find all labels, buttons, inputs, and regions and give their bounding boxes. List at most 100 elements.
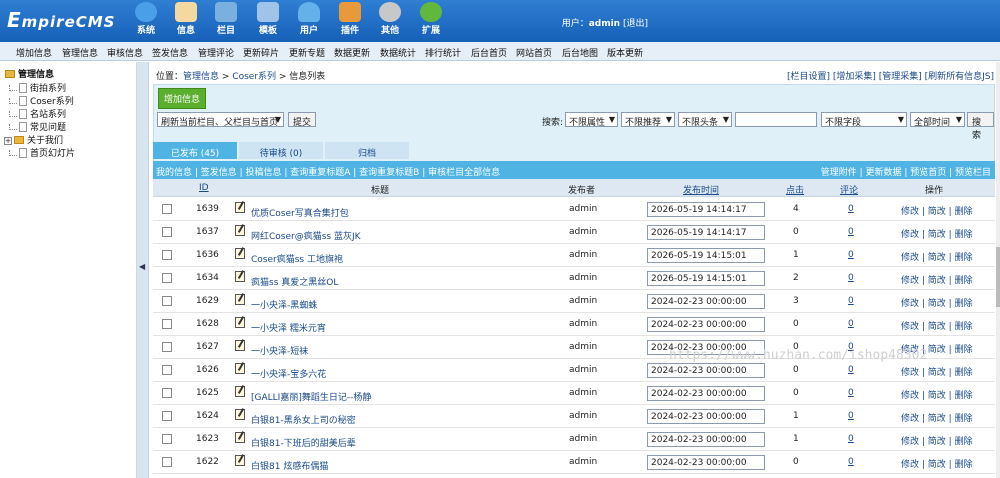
row-time-field[interactable]: 2026-05-19 14:14:17 xyxy=(647,202,765,217)
row-title-link[interactable]: 一小央泽-黑蜘蛛 xyxy=(251,298,317,311)
edit-link[interactable]: 修改 xyxy=(901,322,919,332)
row-checkbox[interactable] xyxy=(162,296,172,306)
time-select[interactable]: 全部时间 ▼ xyxy=(910,112,965,128)
delete-link[interactable]: 删除 xyxy=(955,253,973,263)
row-comments-link[interactable]: 0 xyxy=(848,457,854,467)
simple-edit-link[interactable]: 简改 xyxy=(928,368,946,378)
simple-edit-link[interactable]: 简改 xyxy=(928,414,946,424)
edit-link[interactable]: 修改 xyxy=(901,253,919,263)
tree-item-faq[interactable]: 常见问题 xyxy=(9,120,66,133)
caption-links-left[interactable]: 我的信息 | 签发信息 | 投稿信息 | 查询重复标题A | 查询重复标题B |… xyxy=(156,165,500,178)
simple-edit-link[interactable]: 简改 xyxy=(928,391,946,401)
attr-select[interactable]: 不限属性 ▼ xyxy=(565,112,618,128)
edit-link[interactable]: 修改 xyxy=(901,230,919,240)
edit-link[interactable]: 修改 xyxy=(901,207,919,217)
nav-template[interactable]: 模板 xyxy=(250,2,286,36)
search-button[interactable]: 搜索 xyxy=(967,112,994,141)
caption-links-right[interactable]: 管理附件 | 更新数据 | 预览首页 | 预览栏目 xyxy=(821,165,991,178)
row-comments-link[interactable]: 0 xyxy=(848,388,854,398)
menu-item[interactable]: 签发信息 xyxy=(152,46,188,59)
nav-plugin[interactable]: 插件 xyxy=(332,2,368,36)
tree-root[interactable]: 管理信息 xyxy=(5,67,54,80)
submit-button[interactable]: 提交 xyxy=(288,112,317,128)
row-title-link[interactable]: 白银81 炫感布偶猫 xyxy=(251,459,328,472)
row-checkbox[interactable] xyxy=(162,365,172,375)
row-title-link[interactable]: 一小央泽-宝多六花 xyxy=(251,367,326,380)
row-title-link[interactable]: [GALLI嘉丽]舞蹈生日记--杨静 xyxy=(251,390,371,403)
row-comments-link[interactable]: 0 xyxy=(848,319,854,329)
row-time-field[interactable]: 2024-02-23 00:00:00 xyxy=(647,455,765,470)
row-checkbox[interactable] xyxy=(162,342,172,352)
row-comments-link[interactable]: 0 xyxy=(848,273,854,283)
tree-item-jiepai[interactable]: 街拍系列 xyxy=(9,81,66,94)
delete-link[interactable]: 删除 xyxy=(955,230,973,240)
row-title-link[interactable]: 一小央泽 糯米元宵 xyxy=(251,321,326,334)
nav-system[interactable]: 系统 xyxy=(128,2,164,36)
simple-edit-link[interactable]: 简改 xyxy=(928,345,946,355)
menu-item[interactable]: 管理信息 xyxy=(62,46,98,59)
menu-item[interactable]: 更新专题 xyxy=(289,46,325,59)
menu-item[interactable]: 后台地图 xyxy=(562,46,598,59)
row-time-field[interactable]: 2026-05-19 14:15:01 xyxy=(647,271,765,286)
scrollbar-thumb[interactable] xyxy=(996,247,1000,307)
simple-edit-link[interactable]: 简改 xyxy=(928,230,946,240)
simple-edit-link[interactable]: 简改 xyxy=(928,276,946,286)
row-time-field[interactable]: 2024-02-23 00:00:00 xyxy=(647,386,765,401)
row-time-field[interactable]: 2026-05-19 14:15:01 xyxy=(647,248,765,263)
row-comments-link[interactable]: 0 xyxy=(848,204,854,214)
tree-item-slides[interactable]: 首页幻灯片 xyxy=(9,146,75,159)
row-time-field[interactable]: 2024-02-23 00:00:00 xyxy=(647,363,765,378)
row-checkbox[interactable] xyxy=(162,204,172,214)
row-checkbox[interactable] xyxy=(162,388,172,398)
tab-pending[interactable]: 待审核 (0) xyxy=(239,142,323,159)
row-time-field[interactable]: 2024-02-23 00:00:00 xyxy=(647,317,765,332)
row-comments-link[interactable]: 0 xyxy=(848,434,854,444)
menu-item[interactable]: 管理评论 xyxy=(198,46,234,59)
menu-item[interactable]: 版本更新 xyxy=(607,46,643,59)
edit-link[interactable]: 修改 xyxy=(901,414,919,424)
edit-link[interactable]: 修改 xyxy=(901,391,919,401)
delete-link[interactable]: 删除 xyxy=(955,437,973,447)
col-clicks[interactable]: 点击 xyxy=(786,183,804,196)
tree-item-mingzhan[interactable]: 名站系列 xyxy=(9,107,66,120)
col-time[interactable]: 发布时间 xyxy=(683,183,719,196)
expand-icon[interactable]: + xyxy=(4,137,12,145)
row-title-link[interactable]: 一小央泽-短袜 xyxy=(251,344,308,357)
edit-link[interactable]: 修改 xyxy=(901,437,919,447)
add-info-button[interactable]: 增加信息 xyxy=(158,88,207,109)
row-comments-link[interactable]: 0 xyxy=(848,411,854,421)
menu-item[interactable]: 更新碎片 xyxy=(243,46,279,59)
edit-link[interactable]: 修改 xyxy=(901,460,919,470)
row-checkbox[interactable] xyxy=(162,319,172,329)
crumb-manage[interactable]: 管理信息 xyxy=(183,72,219,82)
row-title-link[interactable]: 网红Coser@疯猫ss 蓝灰JK xyxy=(251,229,361,242)
row-checkbox[interactable] xyxy=(162,250,172,260)
row-comments-link[interactable]: 0 xyxy=(848,365,854,375)
row-time-field[interactable]: 2024-02-23 00:00:00 xyxy=(647,432,765,447)
menu-item[interactable]: 数据更新 xyxy=(334,46,370,59)
simple-edit-link[interactable]: 简改 xyxy=(928,322,946,332)
simple-edit-link[interactable]: 简改 xyxy=(928,437,946,447)
edit-link[interactable]: 修改 xyxy=(901,299,919,309)
row-time-field[interactable]: 2024-02-23 00:00:00 xyxy=(647,409,765,424)
row-comments-link[interactable]: 0 xyxy=(848,250,854,260)
delete-link[interactable]: 删除 xyxy=(955,299,973,309)
delete-link[interactable]: 删除 xyxy=(955,322,973,332)
menu-item[interactable]: 网站首页 xyxy=(516,46,552,59)
col-comments[interactable]: 评论 xyxy=(840,183,858,196)
nav-info[interactable]: 信息 xyxy=(168,2,204,36)
row-title-link[interactable]: Coser疯猫ss 工地旗袍 xyxy=(251,252,343,265)
menu-item[interactable]: 数据统计 xyxy=(380,46,416,59)
tab-archive[interactable]: 归档 xyxy=(325,142,409,159)
delete-link[interactable]: 删除 xyxy=(955,276,973,286)
row-checkbox[interactable] xyxy=(162,273,172,283)
logout-link[interactable]: [退出] xyxy=(623,19,648,29)
menu-item[interactable]: 排行统计 xyxy=(425,46,461,59)
crumb-coser[interactable]: Coser系列 xyxy=(232,72,276,82)
delete-link[interactable]: 删除 xyxy=(955,391,973,401)
menu-item[interactable]: 增加信息 xyxy=(16,46,52,59)
simple-edit-link[interactable]: 简改 xyxy=(928,299,946,309)
delete-link[interactable]: 删除 xyxy=(955,414,973,424)
delete-link[interactable]: 删除 xyxy=(955,207,973,217)
row-title-link[interactable]: 优质Coser写真合集打包 xyxy=(251,206,349,219)
